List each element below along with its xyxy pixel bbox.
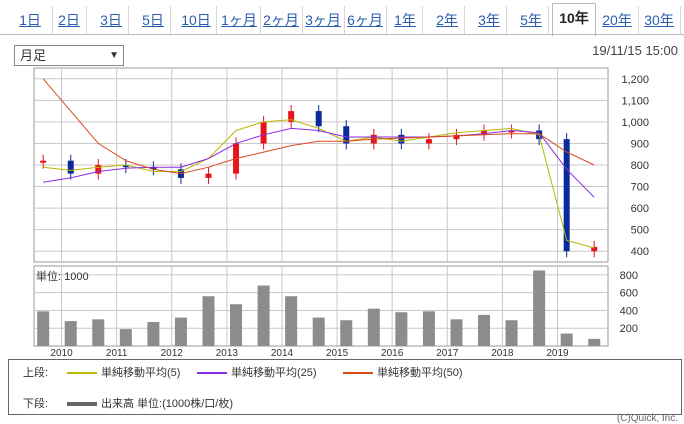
x-tick-label: 2017 [436, 348, 459, 359]
volume-y-tick-label: 200 [620, 323, 638, 335]
legend-ma50-swatch [343, 372, 373, 375]
price-y-tick-label: 600 [631, 203, 649, 215]
x-tick-label: 2011 [106, 348, 128, 359]
stock-chart: 2010 2011 2012 2013 2014 2015 2016 2017 2018 2019… [33, 67, 649, 359]
volume-y-tick-label: 600 [620, 288, 638, 300]
price-y-tick-label: 900 [631, 138, 649, 150]
legend-ma5: 単純移動平均(5) [67, 364, 180, 380]
volume-bar [588, 338, 601, 346]
legend-volume: 出来高 単位:(1000株/口/枚) [67, 395, 233, 411]
volume-bar [450, 319, 463, 346]
candle-body [260, 121, 267, 144]
volume-bar [230, 304, 243, 346]
price-y-tick-label: 400 [631, 246, 649, 258]
legend-ma25-label: 単純移動平均(25) [231, 367, 317, 379]
x-tick-label: 2013 [216, 348, 239, 359]
x-tick-label: 2014 [271, 348, 294, 359]
volume-bar [478, 314, 491, 346]
volume-bar [119, 329, 132, 346]
candle-body [563, 139, 570, 252]
volume-bar [92, 319, 105, 346]
volume-bar [285, 296, 298, 346]
x-tick-label: 2018 [491, 348, 514, 359]
price-y-tick-label: 1,000 [621, 117, 649, 129]
volume-bar [174, 317, 187, 346]
volume-bar [367, 308, 380, 346]
candle-body [205, 173, 212, 178]
volume-bar [37, 311, 50, 346]
candle-body [315, 111, 322, 127]
volume-unit-label: 単位: 1000 [36, 271, 89, 283]
legend-volume-label: 出来高 単位:(1000株/口/枚) [101, 398, 234, 410]
price-y-tick-label: 800 [631, 160, 649, 172]
volume-bar [64, 321, 77, 346]
legend-lower-label: 下段: [23, 398, 49, 410]
volume-bar [395, 312, 408, 346]
candle-body [425, 139, 432, 144]
legend-volume-swatch [67, 402, 97, 407]
legend-ma50: 単純移動平均(50) [343, 364, 463, 380]
legend-ma5-label: 単純移動平均(5) [101, 367, 181, 379]
x-tick-label: 2016 [381, 348, 404, 359]
x-tick-label: 2012 [161, 348, 184, 359]
volume-bar [340, 320, 353, 346]
candle-body [398, 134, 405, 144]
price-y-tick-label: 700 [631, 182, 649, 194]
candle-body [67, 160, 74, 174]
volume-y-tick-label: 400 [620, 305, 638, 317]
volume-bar [147, 322, 160, 346]
chart-legend: 上段: 単純移動平均(5) 単純移動平均(25) 単純移動平均(50) 下段: … [8, 359, 682, 415]
legend-ma50-label: 単純移動平均(50) [377, 367, 463, 379]
volume-bar [505, 320, 518, 346]
volume-bar [202, 296, 215, 346]
copyright: (C)Quick, Inc. [616, 413, 678, 424]
volume-y-tick-label: 800 [620, 270, 638, 282]
candle-body [40, 160, 47, 163]
volume-bar [422, 311, 435, 346]
price-y-tick-label: 500 [631, 225, 649, 237]
volume-bar [257, 285, 270, 346]
volume-bar [560, 333, 573, 346]
price-y-tick-label: 1,200 [621, 74, 649, 86]
x-tick-label: 2015 [326, 348, 349, 359]
price-y-tick-label: 1,100 [621, 95, 649, 107]
legend-upper-label: 上段: [23, 367, 49, 379]
x-tick-label: 2010 [50, 348, 73, 359]
legend-ma25-swatch [197, 372, 227, 375]
legend-ma25: 単純移動平均(25) [197, 364, 317, 380]
volume-bar [533, 270, 546, 346]
x-tick-label: 2019 [546, 348, 569, 359]
legend-ma5-swatch [67, 372, 97, 375]
volume-bar [312, 317, 325, 346]
